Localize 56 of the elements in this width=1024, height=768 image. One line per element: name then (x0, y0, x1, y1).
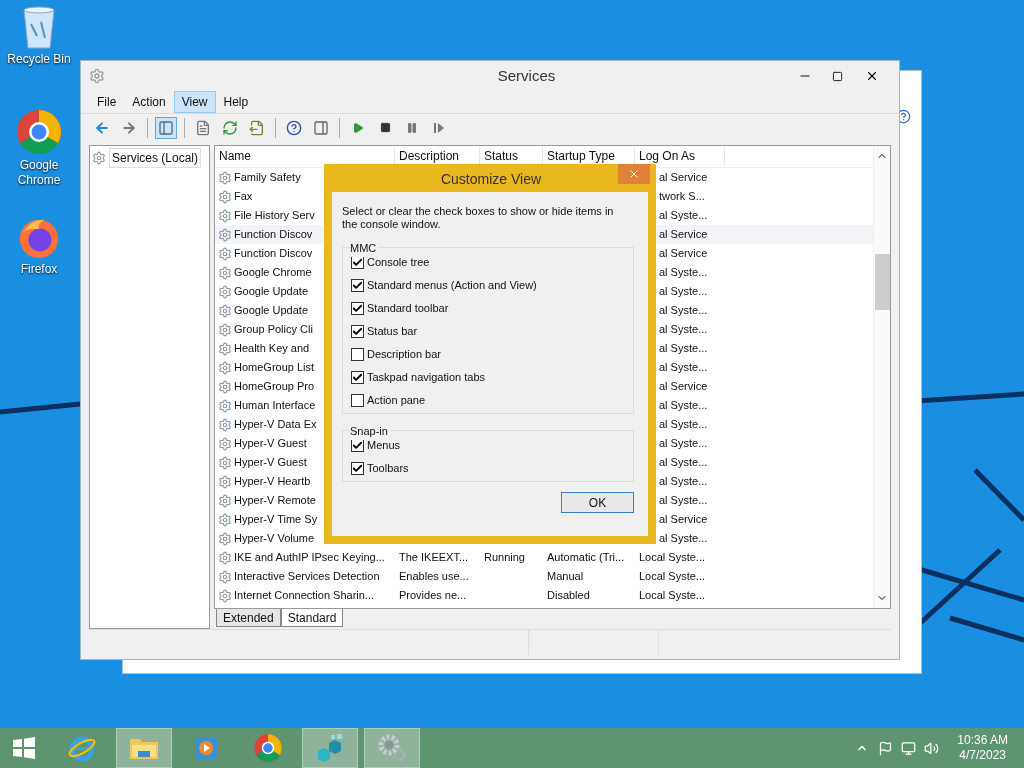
service-name: Hyper-V Guest (234, 436, 307, 452)
table-cell-text: al Syste... (658, 474, 708, 490)
service-name: Hyper-V Time Sy (234, 512, 318, 528)
table-cell-text: al Syste... (658, 284, 708, 300)
table-cell-text: Enables use... (398, 569, 470, 585)
service-name: Fax (234, 189, 253, 205)
service-name: Google Update (234, 303, 308, 319)
service-name: HomeGroup Pro (234, 379, 315, 395)
service-name: Human Interface (234, 398, 316, 414)
table-cell-text: Local Syste... (638, 588, 707, 604)
table-cell-text: Local Syste... (638, 569, 707, 585)
service-name: Hyper-V Heartb (234, 474, 311, 490)
table-cell-text: twork S... (658, 189, 705, 205)
window-title: Services (496, 65, 557, 86)
table-cell-text: al Service (658, 246, 708, 262)
table-cell-text: al Syste... (658, 531, 708, 547)
table-cell-text: al Syste... (658, 455, 708, 471)
table-cell-text: Provides ne... (398, 588, 468, 604)
service-name: Interactive Services Detection (234, 569, 380, 585)
table-cell-text: al Syste... (658, 398, 708, 414)
service-name: File History Serv (234, 208, 315, 224)
table-cell-text: al Syste... (658, 493, 708, 509)
table-cell-text: al Syste... (658, 360, 708, 376)
service-name: HomeGroup List (234, 360, 315, 376)
service-name: Function Discov (234, 246, 313, 262)
table-cell-text: al Syste... (658, 303, 708, 319)
service-name: Family Safety (234, 170, 301, 186)
service-name: IKE and AuthIP IPsec Keying... (234, 550, 385, 566)
service-name: Internet Connection Sharin... (234, 588, 375, 604)
table-cell-text: al Service (658, 170, 708, 186)
table-cell-text: Manual (546, 569, 585, 585)
table-cell-text: al Syste... (658, 417, 708, 433)
table-cell-text: al Syste... (658, 436, 708, 452)
service-name: Function Discov (234, 227, 313, 243)
table-cell: Running (484, 551, 525, 564)
service-name: Google Update (234, 284, 308, 300)
service-name: Hyper-V Data Ex (234, 417, 317, 433)
table-cell-text: Disabled (546, 588, 591, 604)
table-cell-text: Local Syste... (638, 550, 707, 566)
table-cell-text: al Service (658, 227, 708, 243)
service-name: Hyper-V Guest (234, 455, 307, 471)
dialog-title: Customize View (439, 170, 543, 189)
table-cell-text: al Syste... (658, 322, 708, 338)
service-name: Health Key and (234, 341, 310, 357)
instruction-text: Select or clear the check boxes to show or hide items in the console window. (342, 205, 615, 231)
table-cell-text: Automatic (Tri... (546, 550, 626, 566)
table-cell-text: al Syste... (658, 208, 708, 224)
service-name: Group Policy Cli (234, 322, 313, 338)
table-cell-text: al Service (658, 379, 708, 395)
service-name: Google Chrome (234, 265, 312, 281)
service-name: Hyper-V Remote (234, 493, 316, 509)
table-cell-text: al Service (658, 512, 708, 528)
table-cell-text: al Syste... (658, 265, 708, 281)
table-cell-text: al Syste... (658, 341, 708, 357)
table-cell-text: The IKEEXT... (398, 550, 470, 566)
service-name: Hyper-V Volume (234, 531, 315, 547)
